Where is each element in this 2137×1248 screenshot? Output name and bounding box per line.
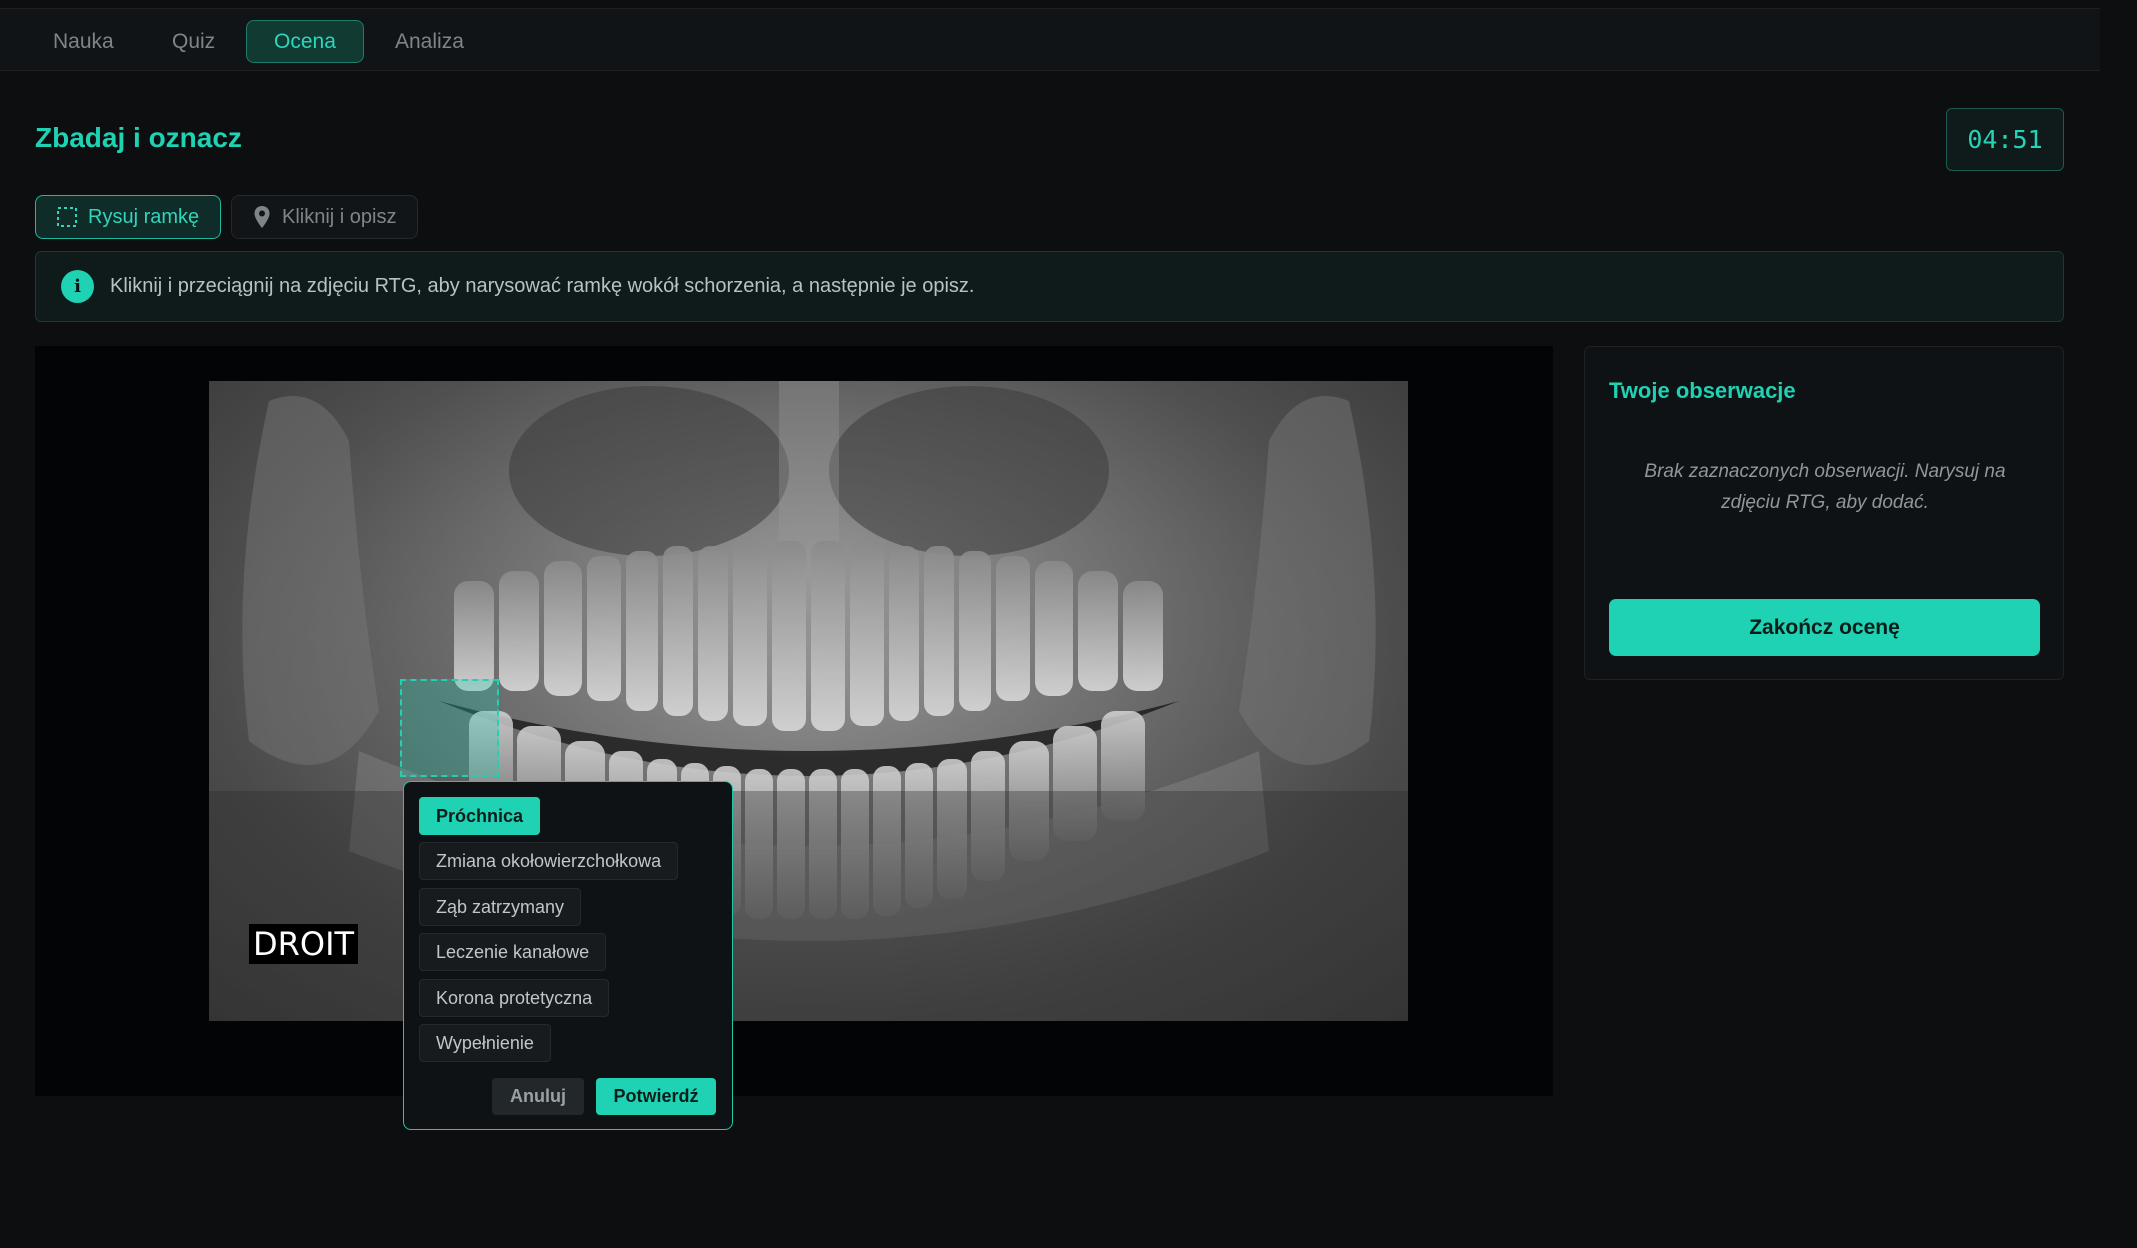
option-zmiana-okolowierzcholkowa[interactable]: Zmiana okołowierzchołkowa <box>419 842 679 880</box>
diagnosis-popup: Próchnica Zmiana okołowierzchołkowa Ząb … <box>403 781 733 1130</box>
option-prochnica[interactable]: Próchnica <box>419 797 541 835</box>
tab-nauka[interactable]: Nauka <box>25 20 142 63</box>
click-describe-mode-label: Kliknij i opisz <box>282 205 397 228</box>
top-navigation: Nauka Quiz Ocena Analiza <box>0 8 2100 71</box>
countdown-timer: 04:51 <box>1946 108 2064 171</box>
finish-assessment-button[interactable]: Zakończ ocenę <box>1609 599 2040 656</box>
page-title: Zbadaj i oznacz <box>35 122 242 153</box>
instruction-banner: i Kliknij i przeciągnij na zdjęciu RTG, … <box>35 251 2064 322</box>
tab-ocena[interactable]: Ocena <box>246 20 364 63</box>
dashed-square-icon <box>57 207 77 227</box>
info-icon: i <box>61 270 94 303</box>
draw-box-mode-label: Rysuj ramkę <box>88 205 200 228</box>
xray-side-label: DROIT <box>249 924 359 964</box>
xray-viewer[interactable]: DROIT <box>35 346 1553 1096</box>
draw-box-mode-button[interactable]: Rysuj ramkę <box>35 195 221 239</box>
tab-quiz[interactable]: Quiz <box>144 20 243 63</box>
option-leczenie-kanalowe[interactable]: Leczenie kanałowe <box>419 933 607 971</box>
observations-title: Twoje obserwacje <box>1609 378 1796 403</box>
click-describe-mode-button[interactable]: Kliknij i opisz <box>231 195 418 239</box>
panoramic-xray-image[interactable]: DROIT <box>209 381 1408 1021</box>
drawn-selection-box[interactable] <box>400 679 499 777</box>
option-zab-zatrzymany[interactable]: Ząb zatrzymany <box>419 888 582 926</box>
cancel-button[interactable]: Anuluj <box>492 1078 584 1115</box>
tab-analiza[interactable]: Analiza <box>367 20 492 63</box>
confirm-button[interactable]: Potwierdź <box>596 1078 716 1115</box>
observations-panel: Twoje obserwacje Brak zaznaczonych obser… <box>1584 346 2064 680</box>
instruction-text: Kliknij i przeciągnij na zdjęciu RTG, ab… <box>110 275 975 297</box>
map-pin-icon <box>254 206 270 228</box>
observations-empty-state: Brak zaznaczonych obserwacji. Narysuj na… <box>1644 461 2006 513</box>
xray-illustration <box>209 381 1408 1021</box>
option-korona-protetyczna[interactable]: Korona protetyczna <box>419 979 610 1017</box>
option-wypelnienie[interactable]: Wypełnienie <box>419 1024 551 1062</box>
